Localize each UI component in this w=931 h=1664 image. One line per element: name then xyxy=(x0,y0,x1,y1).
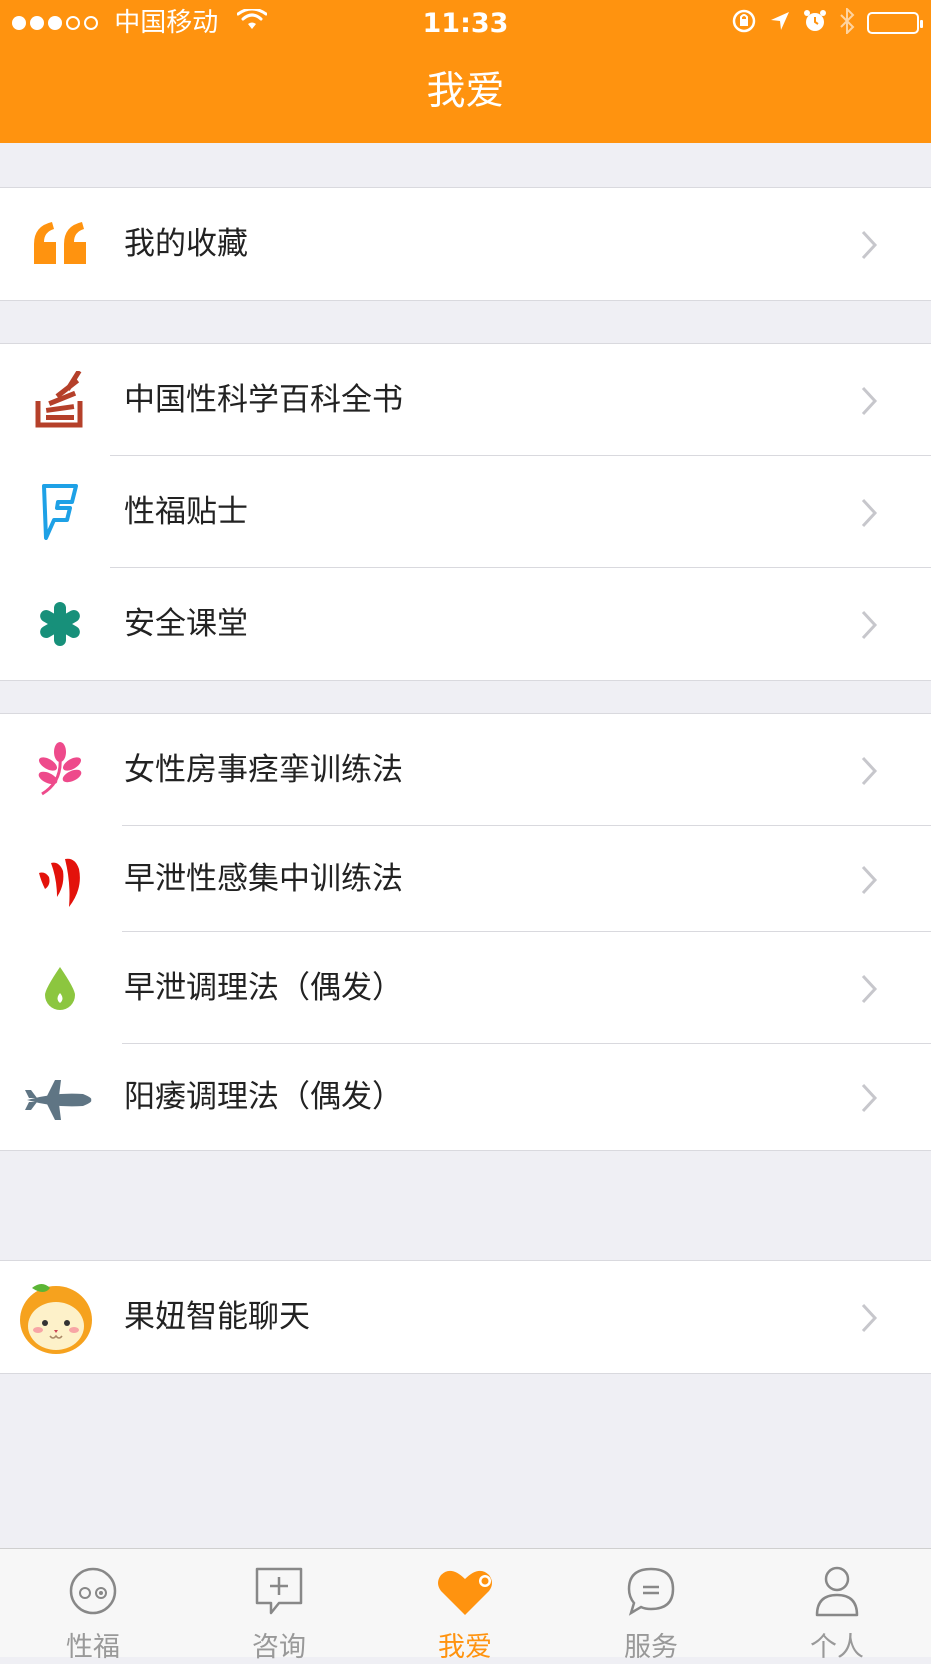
list-group-chat: 果妞智能聊天 xyxy=(0,1260,931,1374)
leaf-branch-icon xyxy=(24,734,96,806)
tab-label: 性福 xyxy=(66,1632,120,1663)
chevron-right-icon xyxy=(861,498,878,528)
heart-icon xyxy=(438,1570,492,1615)
list-item-label: 果妞智能聊天 xyxy=(124,1299,310,1335)
list-item-female-training[interactable]: 女性房事痉挛训练法 xyxy=(0,714,931,826)
chevron-right-icon xyxy=(861,756,878,786)
status-bar: 中国移动 11:33 xyxy=(0,0,931,46)
list-item-favorites[interactable]: 我的收藏 xyxy=(0,188,931,300)
droplet-icon xyxy=(24,952,96,1024)
orange-mascot-icon xyxy=(16,1277,96,1357)
chevron-right-icon xyxy=(861,1083,878,1113)
tab-label: 个人 xyxy=(810,1632,864,1663)
tab-bar: 性福 咨询 我爱 服务 个人 xyxy=(0,1548,931,1663)
bluetooth-icon xyxy=(839,6,855,38)
list-item-smart-chat[interactable]: 果妞智能聊天 xyxy=(0,1261,931,1373)
quote-icon xyxy=(24,208,96,280)
tab-profile[interactable]: 个人 xyxy=(744,1549,930,1663)
status-right xyxy=(731,6,923,38)
tab-label: 我爱 xyxy=(438,1632,492,1663)
header: 中国移动 11:33 我爱 xyxy=(0,0,931,143)
alarm-icon xyxy=(803,9,827,37)
jet-plane-icon xyxy=(22,1064,96,1136)
tab-label: 服务 xyxy=(624,1632,678,1663)
list-item-label: 阳痿调理法（偶发） xyxy=(124,1079,403,1115)
chevron-right-icon xyxy=(861,386,878,416)
chevron-right-icon xyxy=(861,865,878,895)
face-circle-icon xyxy=(69,1567,117,1615)
tab-label: 咨询 xyxy=(252,1632,306,1663)
plus-chat-icon xyxy=(255,1567,303,1615)
list-item-encyclopedia[interactable]: 中国性科学百科全书 xyxy=(0,344,931,456)
page-title: 我爱 xyxy=(426,69,505,114)
red-waves-icon xyxy=(24,846,96,918)
asterisk-icon xyxy=(24,588,96,660)
settings-list: 我的收藏 中国性科学百科全书 性福贴士 安全课堂 女性房事痉挛训练法 早泄性感集… xyxy=(0,143,931,1548)
list-item-tips[interactable]: 性福贴士 xyxy=(0,456,931,568)
speech-bubble-icon xyxy=(627,1567,675,1616)
list-item-label: 中国性科学百科全书 xyxy=(124,382,403,418)
chevron-right-icon xyxy=(861,1303,878,1333)
stack-books-icon xyxy=(24,364,96,436)
battery-icon xyxy=(867,12,923,34)
chevron-right-icon xyxy=(861,974,878,1004)
tab-my-love[interactable]: 我爱 xyxy=(372,1549,558,1663)
foursquare-f-icon xyxy=(24,476,96,548)
list-item-label: 安全课堂 xyxy=(124,606,248,642)
location-arrow-icon xyxy=(769,10,791,36)
rotation-lock-icon xyxy=(731,8,757,38)
list-group-training: 女性房事痉挛训练法 早泄性感集中训练法 早泄调理法（偶发） 阳痿调理法（偶发） xyxy=(0,713,931,1151)
list-item-label: 早泄性感集中训练法 xyxy=(124,861,403,897)
person-icon xyxy=(815,1566,859,1617)
chevron-right-icon xyxy=(861,610,878,640)
list-item-ed-conditioning[interactable]: 阳痿调理法（偶发） xyxy=(0,1044,931,1150)
list-item-label: 女性房事痉挛训练法 xyxy=(124,752,403,788)
tab-happiness[interactable]: 性福 xyxy=(0,1549,186,1663)
list-group-favorites: 我的收藏 xyxy=(0,187,931,301)
list-item-sensate-focus[interactable]: 早泄性感集中训练法 xyxy=(0,826,931,932)
tab-service[interactable]: 服务 xyxy=(558,1549,744,1663)
list-item-label: 我的收藏 xyxy=(124,226,248,262)
chevron-right-icon xyxy=(861,230,878,260)
tab-consult[interactable]: 咨询 xyxy=(186,1549,372,1663)
list-item-pe-conditioning[interactable]: 早泄调理法（偶发） xyxy=(0,932,931,1044)
list-item-safety-class[interactable]: 安全课堂 xyxy=(0,568,931,680)
list-item-label: 早泄调理法（偶发） xyxy=(124,970,403,1006)
list-item-label: 性福贴士 xyxy=(124,494,248,530)
list-group-knowledge: 中国性科学百科全书 性福贴士 安全课堂 xyxy=(0,343,931,681)
